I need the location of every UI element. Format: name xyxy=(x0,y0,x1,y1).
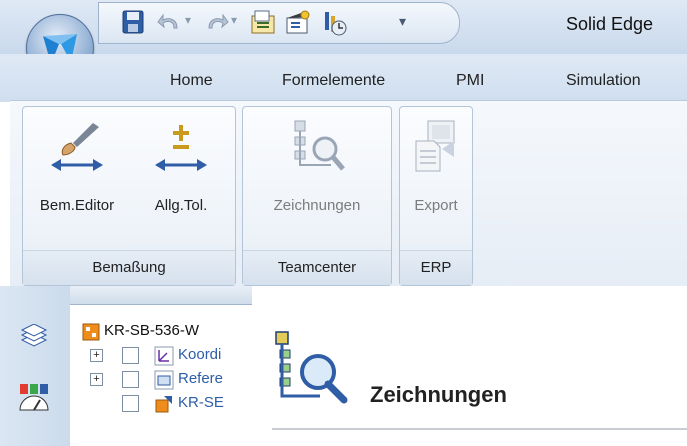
path-finder-tree: KR-SB-536-W + Koordi + Refere KR-SE xyxy=(70,286,253,446)
coordinate-system-icon xyxy=(154,346,174,366)
ribbon-group-erp: Export ERP xyxy=(399,106,473,286)
part-icon xyxy=(155,396,172,413)
tab-formelemente[interactable]: Formelemente xyxy=(282,72,385,90)
assembly-icon xyxy=(82,323,100,341)
tree-item[interactable]: KR-SE xyxy=(70,392,252,414)
group-label-bemassung: Bemaßung xyxy=(23,250,235,285)
zeichnungen-search-icon xyxy=(294,120,345,171)
ribbon-group-bemassung: Bem.Editor Allg.Tol. Bemaßung xyxy=(22,106,236,286)
ribbon-group-teamcenter: Zeichnungen Teamcenter xyxy=(242,106,392,286)
clapper-icon[interactable] xyxy=(284,8,312,41)
tree-item-label: KR-SE xyxy=(178,394,224,411)
export-button[interactable]: Export xyxy=(402,113,470,247)
export-label: Export xyxy=(414,197,458,214)
gauge-icon[interactable] xyxy=(18,382,50,417)
allg-tol-button[interactable]: Allg.Tol. xyxy=(131,113,231,247)
tool-icon[interactable] xyxy=(319,8,349,43)
window-title: Solid Edge xyxy=(566,14,654,34)
tree-item-label: KR-SB-536-W xyxy=(104,322,200,339)
zeichnungen-large-icon xyxy=(272,328,352,411)
tab-simulation[interactable]: Simulation xyxy=(566,72,641,90)
customize-chevron-icon[interactable]: ▾ xyxy=(399,13,406,30)
tree-item-label: Koordi xyxy=(178,346,222,363)
tree-item[interactable]: + Koordi xyxy=(70,344,252,366)
zeichnungen-label: Zeichnungen xyxy=(273,197,361,214)
undo-dropdown-icon[interactable]: ▾ xyxy=(185,13,191,27)
save-icon[interactable] xyxy=(121,9,145,40)
undo-icon[interactable] xyxy=(157,10,183,39)
redo-icon[interactable] xyxy=(203,10,229,39)
bem-editor-button[interactable]: Bem.Editor xyxy=(25,113,129,247)
bem-editor-label: Bem.Editor xyxy=(39,197,115,214)
heading-divider xyxy=(272,428,687,430)
tab-pmi[interactable]: PMI xyxy=(456,72,484,90)
zeichnungen-button[interactable]: Zeichnungen xyxy=(247,113,387,247)
zeichnungen-heading: Zeichnungen xyxy=(370,382,507,407)
tree-item-label: Refere xyxy=(178,370,224,387)
tab-home[interactable]: Home xyxy=(170,72,213,90)
side-tab-strip xyxy=(0,286,71,446)
visibility-checkbox[interactable] xyxy=(122,347,139,364)
tree-item[interactable]: + Refere xyxy=(70,368,252,390)
group-label-teamcenter: Teamcenter xyxy=(243,250,391,285)
tolerance-dimension-icon xyxy=(155,125,207,171)
properties-icon[interactable] xyxy=(249,8,277,41)
allg-tol-label: Allg.Tol. xyxy=(154,197,208,214)
expand-icon[interactable]: + xyxy=(90,373,103,386)
brush-dimension-icon xyxy=(51,123,103,171)
reference-plane-icon xyxy=(154,370,174,390)
export-icon xyxy=(415,120,455,172)
quick-access-toolbar: ▾ ▾ ▾ xyxy=(98,2,460,44)
layers-icon[interactable] xyxy=(20,323,48,353)
group-label-erp: ERP xyxy=(400,250,472,285)
visibility-checkbox[interactable] xyxy=(122,395,139,412)
redo-dropdown-icon[interactable]: ▾ xyxy=(231,13,237,27)
tree-header xyxy=(70,286,252,305)
tree-item-root[interactable]: KR-SB-536-W xyxy=(70,320,252,342)
expand-icon[interactable]: + xyxy=(90,349,103,362)
visibility-checkbox[interactable] xyxy=(122,371,139,388)
